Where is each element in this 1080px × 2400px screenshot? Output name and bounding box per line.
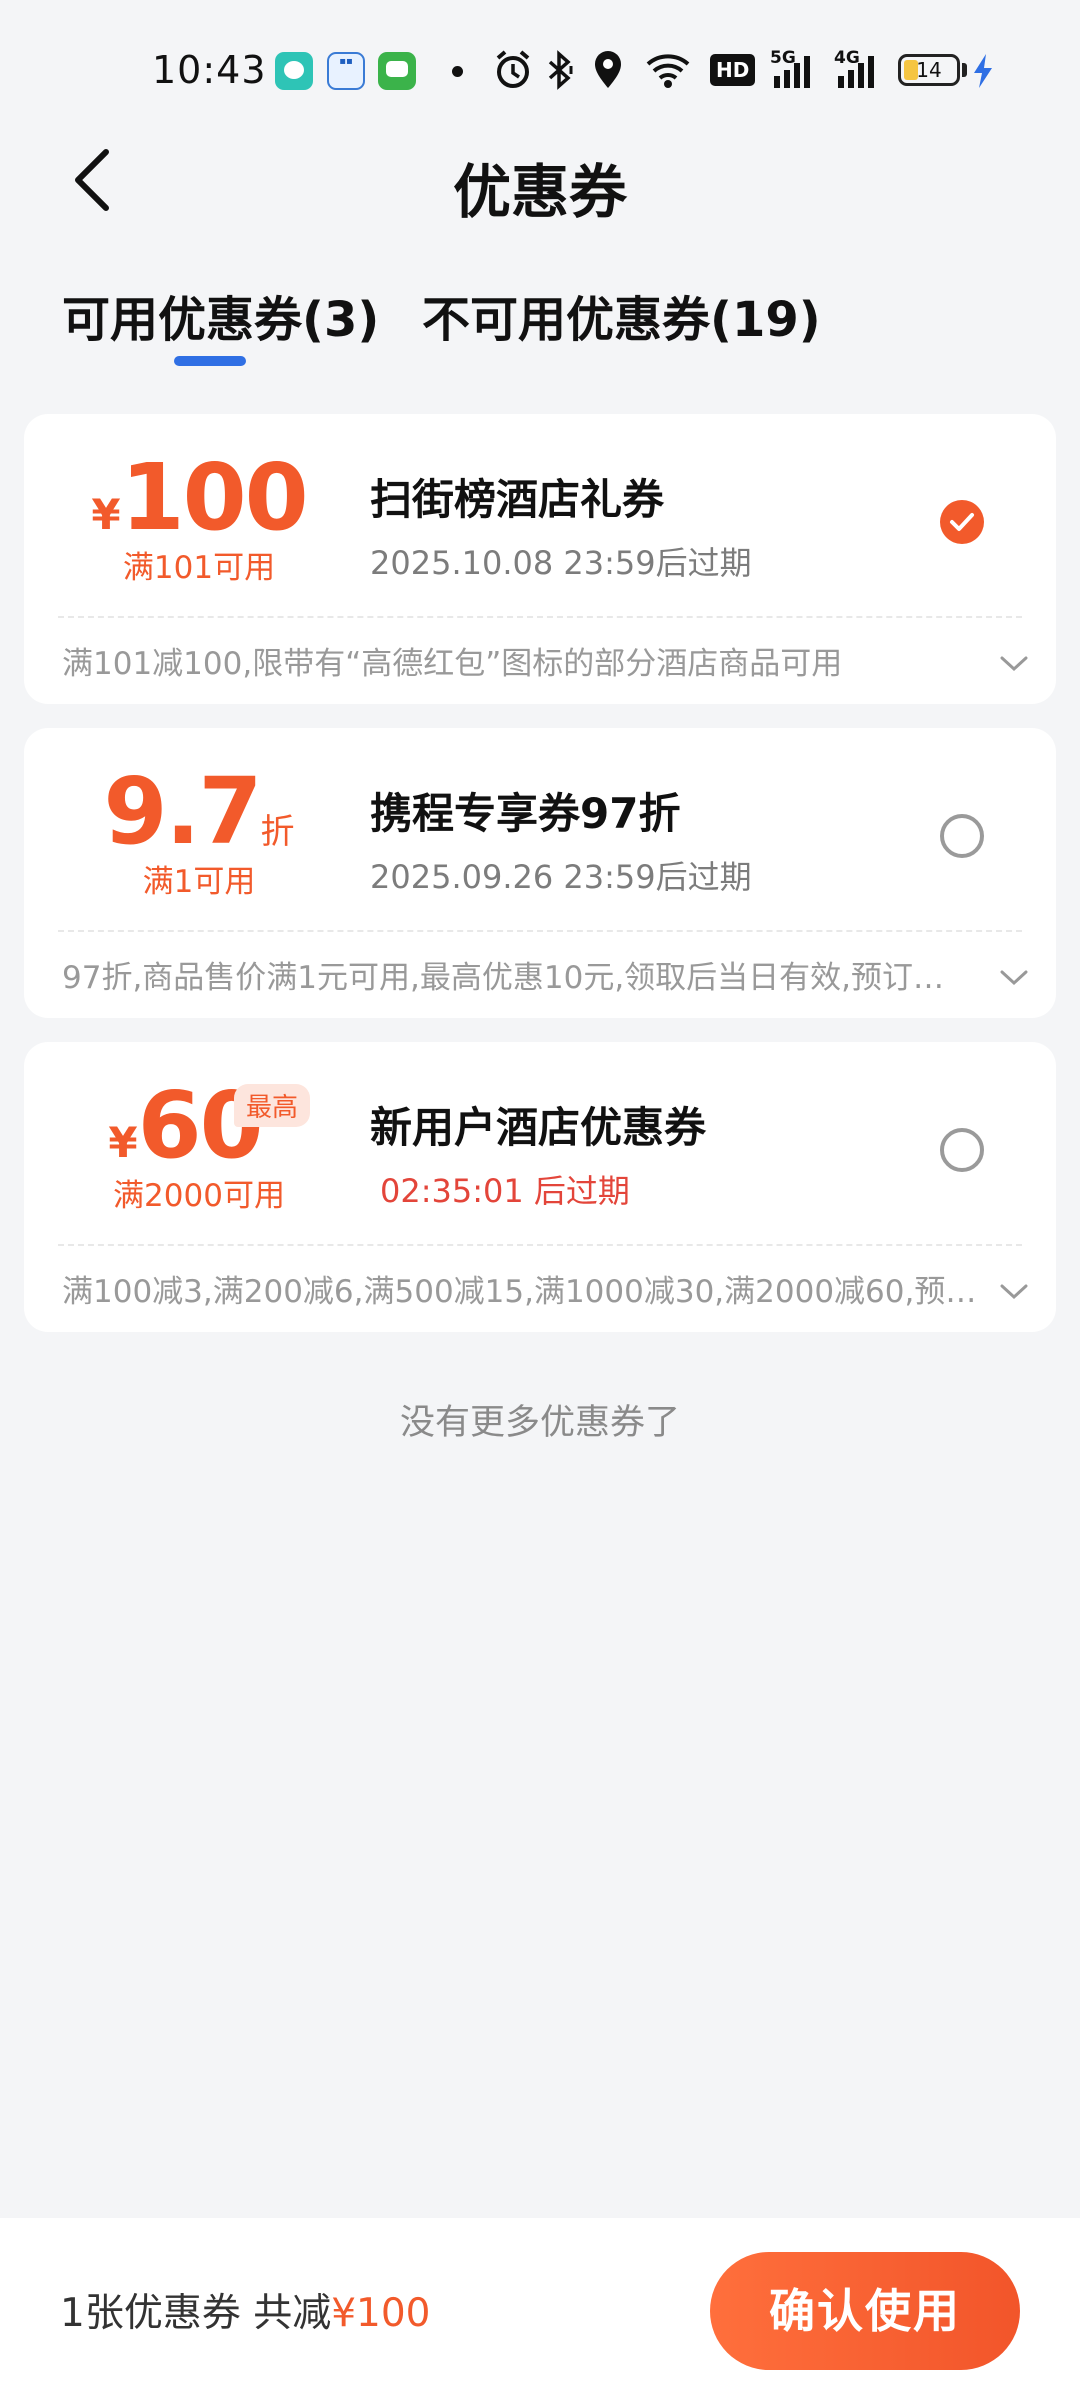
max-badge: 最高 <box>234 1084 311 1127</box>
chevron-down-icon <box>1000 656 1028 672</box>
wifi-icon <box>646 54 690 88</box>
coupon-condition: 满2000可用 <box>113 1178 285 1214</box>
coupon-condition: 满101可用 <box>122 550 276 586</box>
tab-available[interactable]: 可用优惠券(3) <box>62 280 379 350</box>
coupon-select-checkbox[interactable] <box>940 814 984 858</box>
divider <box>58 1244 1022 1246</box>
expand-button[interactable] <box>994 648 1034 678</box>
status-time: 10:43 <box>152 48 267 92</box>
alarm-icon <box>496 50 530 88</box>
coupon-value: ¥60 满2000可用 <box>64 1042 334 1244</box>
coupon-name: 扫街榜酒店礼券 <box>370 475 665 524</box>
coupon-card[interactable]: ¥100 满101可用 扫街榜酒店礼券 2025.10.08 23:59后过期 … <box>24 414 1056 704</box>
notification-dot-icon <box>452 66 463 77</box>
coupon-description: 97折,商品售价满1元可用,最高优惠10元,领取后当日有效,预订… <box>62 960 945 996</box>
messages-app-icon <box>378 52 416 90</box>
coupon-card[interactable]: 9.7折 满1可用 携程专享券97折 2025.09.26 23:59后过期 9… <box>24 728 1056 1018</box>
coupon-amount: 100 <box>120 444 309 551</box>
coupon-name: 携程专享券97折 <box>370 789 681 838</box>
summary-text: 1张优惠券 共减 <box>60 2291 332 2336</box>
hd-icon: HD <box>710 54 756 86</box>
coupon-description: 满101减100,限带有“高德红包”图标的部分酒店商品可用 <box>62 646 843 682</box>
bottom-bar: 1张优惠券 共减¥100 确认使用 <box>0 2218 1080 2400</box>
tab-unavailable[interactable]: 不可用优惠券(19) <box>422 280 821 350</box>
coupon-select-checkbox[interactable] <box>940 1128 984 1172</box>
coupon-name: 新用户酒店优惠券 <box>370 1103 707 1152</box>
coupon-expiry: 2025.09.26 23:59后过期 <box>370 858 752 896</box>
page-title: 优惠券 <box>452 158 627 226</box>
coupon-value: ¥100 满101可用 <box>64 414 334 616</box>
tab-indicator <box>174 356 246 366</box>
chevron-down-icon <box>1000 970 1028 986</box>
battery-cap <box>962 63 967 77</box>
coupon-card[interactable]: ¥60 满2000可用 最高 新用户酒店优惠券 02:35:01 后过期 满10… <box>24 1042 1056 1332</box>
currency-symbol: ¥ <box>91 490 121 539</box>
coupon-condition: 满1可用 <box>142 864 256 900</box>
discount-summary: 1张优惠券 共减¥100 <box>60 2282 430 2338</box>
divider <box>58 616 1022 618</box>
currency-symbol: ¥ <box>108 1118 138 1167</box>
signal-5g-icon <box>774 56 810 88</box>
no-more-text: 没有更多优惠券了 <box>399 1403 680 1443</box>
chat-app-icon <box>275 52 313 90</box>
location-icon <box>595 51 621 88</box>
coupon-select-checkbox[interactable] <box>940 500 984 544</box>
bluetooth-icon <box>548 50 573 90</box>
check-icon <box>950 513 974 531</box>
live-app-icon: ▪▪ <box>327 52 365 90</box>
summary-amount: ¥100 <box>331 2291 431 2336</box>
confirm-button[interactable]: 确认使用 <box>710 2252 1020 2370</box>
coupon-description: 满100减3,满200减6,满500减15,满1000减30,满2000减60,… <box>62 1274 977 1310</box>
coupon-amount: 9.7 <box>103 758 263 865</box>
expand-button[interactable] <box>994 962 1034 992</box>
coupon-countdown: 02:35:01 后过期 <box>380 1172 630 1210</box>
divider <box>58 930 1022 932</box>
signal-4g-icon <box>838 56 874 88</box>
coupon-unit: 折 <box>260 812 295 852</box>
charging-icon <box>974 54 992 88</box>
status-bar: 10:43 ▪▪ HD 5G 4G 14 <box>0 0 1080 140</box>
battery-icon: 14 <box>898 54 960 86</box>
chevron-down-icon <box>1000 1284 1028 1300</box>
coupon-expiry: 2025.10.08 23:59后过期 <box>370 544 752 582</box>
expand-button[interactable] <box>994 1276 1034 1306</box>
coupon-value: 9.7折 满1可用 <box>64 728 334 930</box>
